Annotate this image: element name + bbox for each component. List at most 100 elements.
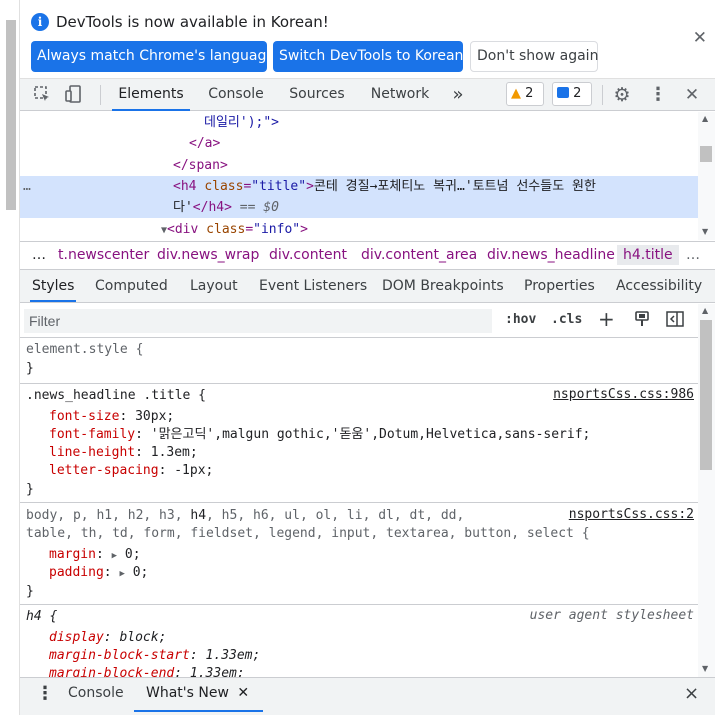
drawer-menu-icon[interactable]: ⋮ bbox=[36, 678, 54, 712]
styles-scrollbar[interactable]: ▲ ▼ bbox=[698, 304, 715, 677]
property-value[interactable]: 1.33em; bbox=[206, 648, 261, 663]
style-declaration[interactable]: margin: ▶ 0; bbox=[49, 546, 141, 564]
color-format-icon[interactable] bbox=[634, 311, 650, 331]
class-toggle[interactable]: .cls bbox=[551, 312, 582, 327]
rule-selector[interactable]: body, p, h1, h2, h3, h4, h5, h6, ul, ol,… bbox=[26, 507, 464, 525]
switch-to-korean-button[interactable]: Switch DevTools to Korean bbox=[273, 41, 463, 72]
property-value[interactable]: 30px; bbox=[135, 409, 174, 424]
tab-computed[interactable]: Computed bbox=[95, 270, 168, 302]
tab-layout[interactable]: Layout bbox=[190, 270, 238, 302]
breadcrumb-item[interactable]: div.news_headline bbox=[487, 247, 615, 263]
style-declaration[interactable]: letter-spacing: -1px; bbox=[49, 462, 213, 480]
new-style-rule-icon[interactable]: + bbox=[598, 307, 615, 331]
left-scrollbar-thumb[interactable] bbox=[6, 20, 16, 210]
scroll-up-icon[interactable]: ▲ bbox=[702, 114, 708, 123]
breadcrumb-scroll-left[interactable]: … bbox=[32, 247, 46, 263]
close-infobar-icon[interactable]: ✕ bbox=[693, 28, 707, 48]
style-rule-reset[interactable]: body, p, h1, h2, h3, h4, h5, h6, ul, ol,… bbox=[20, 503, 698, 605]
property-name[interactable]: margin bbox=[49, 547, 96, 562]
drawer-tab-whats-new[interactable]: What's New ✕ bbox=[133, 678, 264, 712]
breadcrumb-item[interactable]: t.newscenter bbox=[58, 247, 149, 263]
more-options-icon[interactable]: ⋮ bbox=[648, 85, 668, 105]
rule-selector[interactable]: h4 { bbox=[26, 608, 57, 626]
scroll-up-icon[interactable]: ▲ bbox=[702, 306, 708, 315]
dom-line[interactable]: </span> bbox=[173, 155, 228, 176]
rule-selector[interactable]: element.style { bbox=[26, 341, 143, 359]
style-rule-news-headline-title[interactable]: .news_headline .title { nsportsCss.css:9… bbox=[20, 384, 698, 503]
style-declaration[interactable]: line-height: 1.3em; bbox=[49, 444, 198, 462]
property-value[interactable]: block; bbox=[119, 630, 166, 645]
rule-selector[interactable]: .news_headline .title { bbox=[26, 387, 206, 405]
breadcrumb-item[interactable]: div.content bbox=[269, 247, 347, 263]
warnings-badge[interactable]: ▲ 2 bbox=[506, 82, 544, 106]
dom-selected-node[interactable]: … <h4 class="title">콘테 경질→포체티노 복귀…'토트넘 선… bbox=[20, 176, 698, 218]
rule-selector-cont[interactable]: table, th, td, form, fieldset, legend, i… bbox=[26, 525, 590, 543]
property-name[interactable]: font-family bbox=[49, 427, 135, 442]
styles-scrollbar-thumb[interactable] bbox=[700, 320, 712, 470]
property-name[interactable]: line-height bbox=[49, 445, 135, 460]
style-declaration[interactable]: margin-block-start: 1.33em; bbox=[49, 647, 260, 665]
tab-sources[interactable]: Sources bbox=[282, 79, 352, 111]
property-value[interactable]: '맑은고딕',malgun gothic,'돋움',Dotum,Helvetic… bbox=[151, 427, 591, 442]
style-rule-element[interactable]: element.style { } bbox=[20, 338, 698, 384]
dont-show-again-button[interactable]: Don't show again bbox=[470, 41, 598, 72]
close-tab-icon[interactable]: ✕ bbox=[237, 685, 249, 701]
property-name[interactable]: margin-block-end bbox=[49, 666, 174, 677]
tab-elements[interactable]: Elements bbox=[112, 79, 190, 111]
property-name[interactable]: font-size bbox=[49, 409, 119, 424]
inspect-element-icon[interactable] bbox=[32, 85, 52, 105]
tab-dom-breakpoints[interactable]: DOM Breakpoints bbox=[382, 270, 504, 302]
rule-source-link[interactable]: nsportsCss.css:2 bbox=[569, 507, 694, 522]
property-name[interactable]: padding bbox=[49, 565, 104, 580]
style-declaration[interactable]: font-family: '맑은고딕',malgun gothic,'돋움',D… bbox=[49, 426, 590, 444]
tab-properties[interactable]: Properties bbox=[524, 270, 595, 302]
breadcrumb-scroll-right[interactable]: … bbox=[686, 247, 700, 263]
tab-event-listeners[interactable]: Event Listeners bbox=[259, 270, 367, 302]
settings-gear-icon[interactable]: ⚙ bbox=[612, 85, 632, 105]
rule-source-link[interactable]: nsportsCss.css:986 bbox=[553, 387, 694, 402]
dom-scrollbar-thumb[interactable] bbox=[700, 146, 712, 162]
property-value[interactable]: 1.3em; bbox=[151, 445, 198, 460]
breadcrumb-item[interactable]: div.content_area bbox=[361, 247, 477, 263]
breadcrumb-item-current[interactable]: h4.title bbox=[617, 245, 679, 265]
property-value[interactable]: 0; bbox=[133, 565, 149, 580]
breadcrumb-item[interactable]: div.news_wrap bbox=[157, 247, 259, 263]
styles-filter-input[interactable] bbox=[24, 309, 492, 333]
style-rule-user-agent-h4[interactable]: h4 { user agent stylesheet display: bloc… bbox=[20, 605, 698, 677]
hover-state-toggle[interactable]: :hov bbox=[505, 312, 536, 327]
property-value[interactable]: 1.33em; bbox=[190, 666, 245, 677]
close-devtools-icon[interactable]: ✕ bbox=[682, 85, 702, 105]
scroll-down-icon[interactable]: ▼ bbox=[702, 664, 708, 673]
dom-tree[interactable]: 데일리');"> </a> </span> … <h4 class="title… bbox=[20, 112, 698, 240]
expand-shorthand-icon[interactable]: ▶ bbox=[112, 551, 117, 561]
toggle-sidebar-icon[interactable] bbox=[666, 311, 684, 331]
property-name[interactable]: margin-block-start bbox=[49, 648, 190, 663]
property-name[interactable]: display bbox=[49, 630, 104, 645]
always-match-language-button[interactable]: Always match Chrome's language bbox=[31, 41, 275, 72]
scroll-down-icon[interactable]: ▼ bbox=[702, 227, 708, 236]
messages-badge[interactable]: 2 bbox=[552, 82, 592, 106]
style-declaration[interactable]: font-size: 30px; bbox=[49, 408, 174, 426]
expand-shorthand-icon[interactable]: ▶ bbox=[119, 569, 124, 579]
property-value[interactable]: 0; bbox=[125, 547, 141, 562]
dom-line[interactable]: </a> bbox=[189, 133, 220, 154]
dom-line[interactable]: ▼<div class="info"> bbox=[161, 219, 308, 240]
tab-accessibility[interactable]: Accessibility bbox=[616, 270, 702, 302]
left-scrollbar[interactable] bbox=[0, 0, 20, 715]
styles-pane[interactable]: element.style { } .news_headline .title … bbox=[20, 338, 698, 677]
node-actions-icon[interactable]: … bbox=[23, 176, 31, 197]
dom-line[interactable]: 데일리');"> bbox=[204, 112, 279, 133]
close-drawer-icon[interactable]: × bbox=[684, 678, 699, 712]
device-toolbar-icon[interactable] bbox=[64, 85, 84, 105]
more-tabs-icon[interactable]: » bbox=[446, 79, 470, 111]
property-value[interactable]: -1px; bbox=[174, 463, 213, 478]
dom-scrollbar[interactable]: ▲ ▼ bbox=[698, 112, 715, 240]
style-declaration[interactable]: padding: ▶ 0; bbox=[49, 564, 148, 582]
style-declaration[interactable]: margin-block-end: 1.33em; bbox=[49, 665, 245, 677]
drawer-tab-console[interactable]: Console bbox=[68, 678, 124, 712]
tab-styles[interactable]: Styles bbox=[29, 270, 77, 302]
tab-network[interactable]: Network bbox=[362, 79, 438, 111]
style-declaration[interactable]: display: block; bbox=[49, 629, 166, 647]
property-name[interactable]: letter-spacing bbox=[49, 463, 159, 478]
tab-console[interactable]: Console bbox=[200, 79, 272, 111]
